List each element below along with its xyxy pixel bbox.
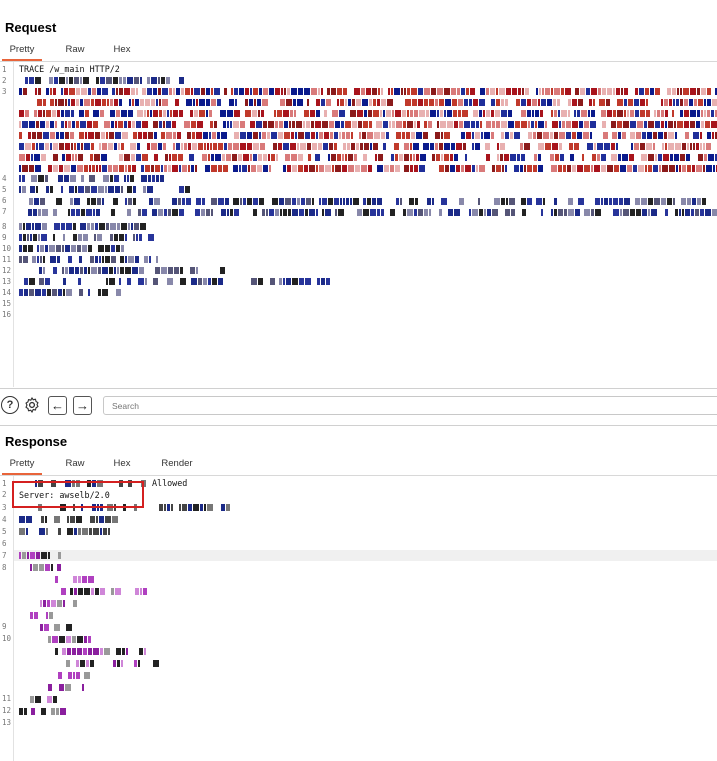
request-line: TRACE /w_main HTTP/2 (19, 64, 120, 74)
request-editor[interactable]: 1 2 3 4 5 6 7 8 9 10 11 12 13 14 15 16 T… (0, 62, 717, 387)
current-line-highlight (14, 550, 717, 561)
tab-response-hex[interactable]: Hex (104, 454, 140, 475)
arrow-left-icon[interactable]: ← (48, 396, 67, 415)
request-panel-title: Request (5, 20, 57, 35)
line-number: 9 (2, 622, 7, 631)
tab-request-hex[interactable]: Hex (104, 40, 140, 61)
redacted-row (19, 154, 717, 161)
line-number: 2 (2, 490, 7, 499)
redacted-row (58, 672, 90, 679)
redacted-row (19, 132, 717, 139)
redacted-row (19, 143, 717, 150)
gear-icon[interactable] (23, 396, 41, 414)
response-editor[interactable]: 1 2 3 4 5 6 7 8 9 10 11 12 13 Allowed Se… (0, 476, 717, 761)
response-tabs: Pretty Raw Hex Render (0, 454, 717, 476)
line-number: 11 (2, 694, 12, 703)
search-input[interactable] (103, 396, 717, 415)
redacted-row (40, 600, 82, 607)
tab-response-pretty[interactable]: Pretty (2, 454, 42, 475)
line-number: 11 (2, 255, 12, 264)
response-line-gutter: 1 2 3 4 5 6 7 8 9 10 11 12 13 (0, 476, 14, 761)
line-number: 4 (2, 174, 7, 183)
line-number: 12 (2, 266, 12, 275)
redacted-row (19, 223, 146, 230)
redacted-row (19, 175, 164, 182)
line-number: 14 (2, 288, 12, 297)
redacted-row (58, 588, 147, 595)
line-number: 5 (2, 185, 7, 194)
tab-request-pretty[interactable]: Pretty (2, 40, 42, 61)
line-number: 9 (2, 233, 7, 242)
redacted-row (19, 234, 161, 241)
line-number: 13 (2, 718, 12, 727)
line-number: 10 (2, 634, 12, 643)
redacted-row (30, 564, 61, 571)
redacted-row (19, 110, 717, 117)
redacted-row (19, 278, 335, 285)
redacted-row (19, 516, 118, 523)
redacted-row (19, 198, 717, 205)
line-number: 6 (2, 196, 7, 205)
line-number: 7 (2, 551, 7, 560)
tab-response-render[interactable]: Render (152, 454, 202, 475)
tab-request-raw[interactable]: Raw (56, 40, 94, 61)
redacted-row (19, 77, 184, 84)
line-number: 6 (2, 539, 7, 548)
redacted-row (19, 552, 61, 559)
request-tabs: Pretty Raw Hex (0, 40, 717, 62)
line-number: 2 (2, 76, 7, 85)
line-number: 1 (2, 479, 7, 488)
redacted-row (45, 576, 94, 583)
line-number: 4 (2, 515, 7, 524)
redacted-row (30, 696, 57, 703)
status-line-visible-text: Allowed (152, 478, 188, 488)
redacted-row (19, 186, 190, 193)
line-number: 5 (2, 527, 7, 536)
redacted-row (62, 660, 159, 667)
redacted-row (19, 528, 117, 535)
redacted-row (48, 684, 100, 691)
line-number: 16 (2, 310, 12, 319)
response-panel-title: Response (5, 434, 68, 449)
line-number: 1 (2, 65, 7, 74)
redacted-row (19, 99, 717, 106)
redacted-row (19, 88, 717, 95)
redacted-row (48, 636, 98, 643)
redacted-row (30, 612, 53, 619)
server-header-highlight-box (12, 481, 144, 508)
line-number: 12 (2, 706, 12, 715)
redacted-row (19, 121, 717, 128)
line-number: 3 (2, 503, 7, 512)
line-number: 15 (2, 299, 12, 308)
redacted-row (19, 708, 66, 715)
line-number: 10 (2, 244, 12, 253)
line-number: 13 (2, 277, 12, 286)
redacted-row (19, 245, 136, 252)
redacted-row (19, 209, 717, 216)
redacted-row (19, 256, 158, 263)
redacted-row (19, 267, 225, 274)
line-number: 8 (2, 563, 7, 572)
tab-response-raw[interactable]: Raw (56, 454, 94, 475)
redacted-row (19, 289, 121, 296)
request-line-gutter: 1 2 3 4 5 6 7 8 9 10 11 12 13 14 15 16 (0, 62, 14, 387)
line-number: 7 (2, 207, 7, 216)
question-circle-icon[interactable]: ? (1, 396, 19, 414)
redacted-row (19, 165, 717, 172)
redacted-row (55, 648, 156, 655)
arrow-right-icon[interactable]: → (73, 396, 92, 415)
line-number: 8 (2, 222, 7, 231)
redacted-row (40, 624, 75, 631)
line-number: 3 (2, 87, 7, 96)
editor-toolbar: ? ← → (0, 388, 717, 426)
